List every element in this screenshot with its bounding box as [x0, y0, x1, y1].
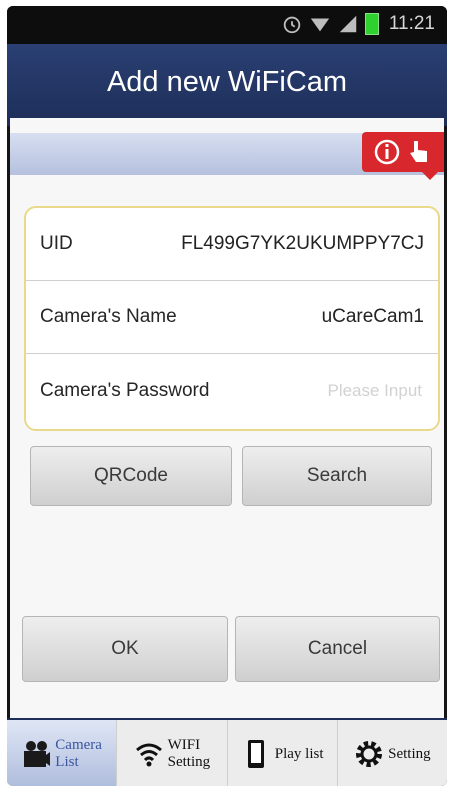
info-icon [374, 139, 400, 165]
camera-name-value[interactable]: uCareCam1 [322, 306, 424, 328]
camera-list-icon [24, 741, 51, 767]
camera-name-row[interactable]: Camera's Name uCareCam1 [26, 281, 438, 354]
title-bar: Add new WiFiCam [7, 44, 447, 126]
tab-wifi-setting-line1: WIFI [167, 737, 201, 753]
camera-password-row[interactable]: Camera's Password [26, 354, 438, 427]
uid-row[interactable]: UID FL499G7YK2UKUMPPY7CJ [26, 208, 438, 281]
main-content: UID FL499G7YK2UKUMPPY7CJ Camera's Name u… [10, 118, 444, 718]
qrcode-button[interactable]: QRCode [30, 446, 232, 506]
hand-pointer-icon [410, 141, 427, 162]
tab-setting[interactable]: Setting [338, 720, 447, 786]
page-title: Add new WiFiCam [106, 66, 348, 98]
ok-button[interactable]: OK [22, 616, 228, 682]
camera-name-label: Camera's Name [40, 306, 177, 327]
bottom-tab-bar: Camera List WIFI Setting Play list Setting [7, 718, 447, 786]
phone-screen: 11:21 Add new WiFiCam UID FL499G7YK2UKUM… [7, 6, 447, 786]
status-icons: 11:21 [281, 13, 435, 35]
cell-signal-icon [339, 15, 357, 33]
search-button[interactable]: Search [242, 446, 432, 506]
tab-camera-list[interactable]: Camera List [7, 720, 118, 786]
alarm-icon [283, 16, 301, 34]
battery-icon [364, 13, 379, 35]
wifi-icon [135, 743, 162, 767]
gear-icon [356, 741, 383, 767]
tab-setting-label: Setting [388, 745, 431, 762]
uid-value[interactable]: FL499G7YK2UKUMPPY7CJ [181, 233, 424, 255]
tab-camera-list-line1: Camera [55, 737, 102, 753]
camera-form: UID FL499G7YK2UKUMPPY7CJ Camera's Name u… [24, 206, 440, 431]
help-button[interactable] [362, 132, 444, 180]
cancel-button[interactable]: Cancel [235, 616, 440, 682]
tab-wifi-setting[interactable]: WIFI Setting [117, 720, 228, 786]
status-bar: 11:21 [7, 6, 447, 44]
uid-label: UID [40, 233, 73, 254]
camera-password-label: Camera's Password [40, 379, 210, 401]
camera-password-input[interactable] [270, 379, 424, 402]
tab-play-list[interactable]: Play list [228, 720, 338, 786]
wifi-signal-icon [310, 18, 330, 32]
tab-wifi-setting-line2: Setting [167, 754, 211, 770]
status-time: 11:21 [388, 13, 435, 34]
tab-camera-list-line2: List [55, 754, 79, 770]
tab-play-list-label: Play list [274, 745, 324, 762]
phone-icon [247, 740, 264, 768]
